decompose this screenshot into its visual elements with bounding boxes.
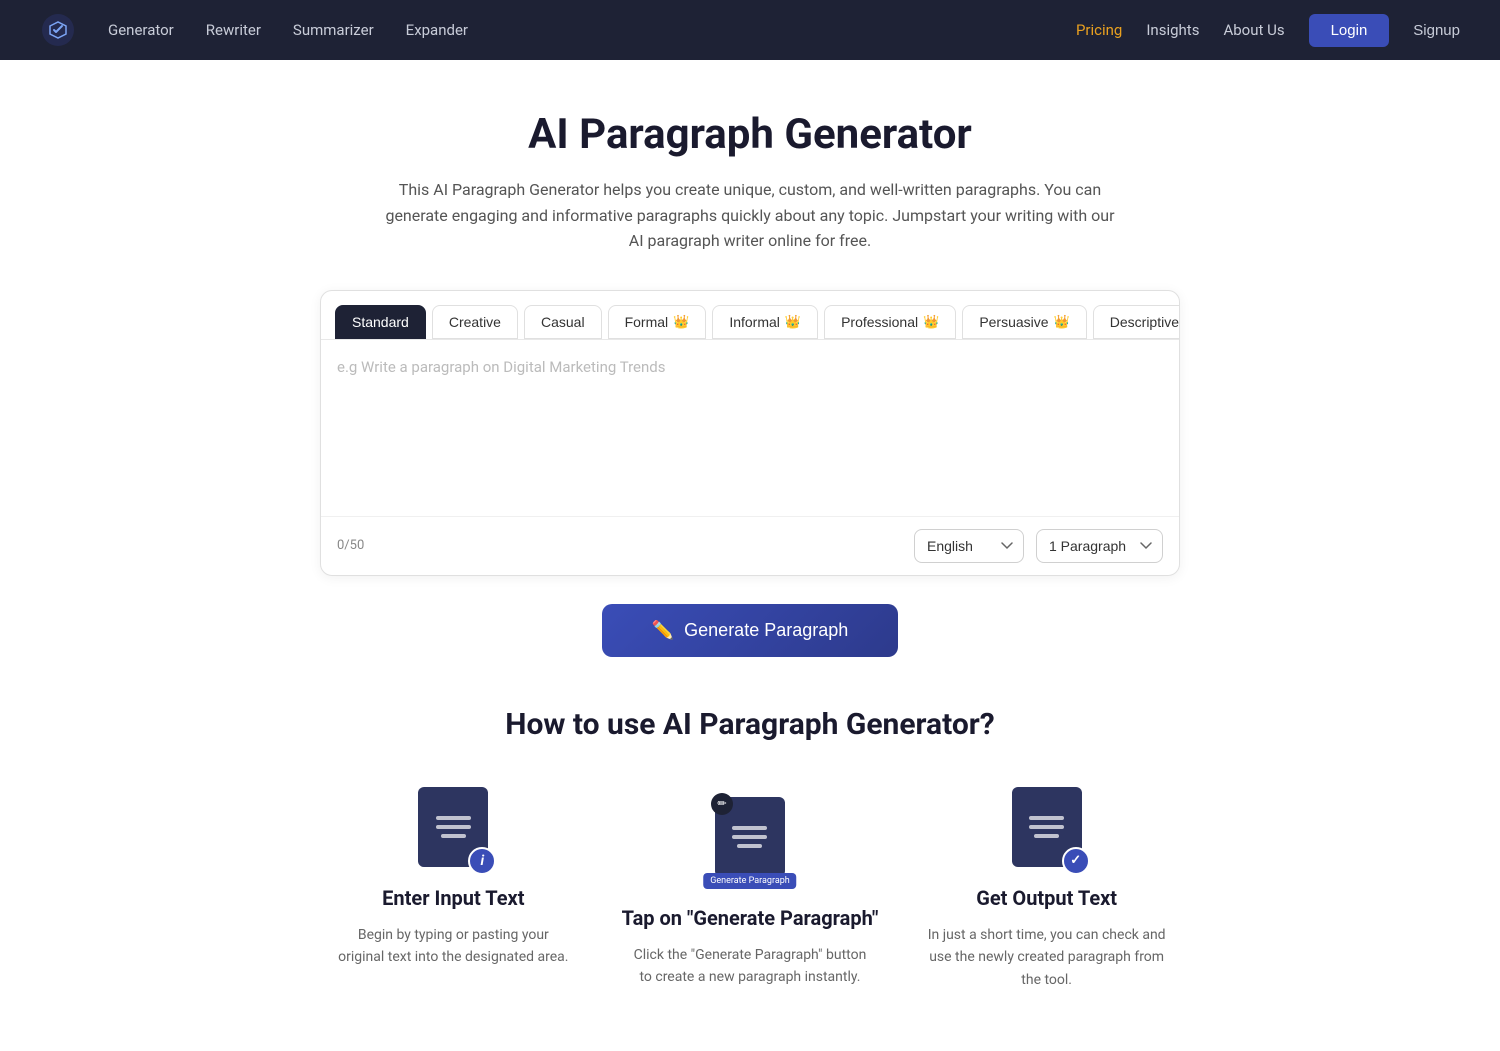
nav-about-us[interactable]: About Us xyxy=(1223,21,1284,39)
generate-button[interactable]: ✏️ Generate Paragraph xyxy=(602,604,899,657)
tab-standard[interactable]: Standard xyxy=(335,305,426,339)
doc-line xyxy=(436,825,471,829)
tab-formal[interactable]: Formal👑 xyxy=(608,305,707,339)
generate-label: Generate Paragraph xyxy=(684,620,848,641)
textarea-wrap xyxy=(321,340,1179,516)
nav-pricing[interactable]: Pricing xyxy=(1076,21,1122,39)
topic-input[interactable] xyxy=(337,356,1163,496)
tab-professional[interactable]: Professional👑 xyxy=(824,305,956,339)
crown-icon-informal: 👑 xyxy=(785,314,801,330)
step-3: ✓ Get Output Text In just a short time, … xyxy=(913,782,1180,991)
doc-icon-3: ✓ xyxy=(1012,787,1082,867)
step-1-title: Enter Input Text xyxy=(382,886,524,910)
tab-informal[interactable]: Informal👑 xyxy=(712,305,818,339)
doc-line xyxy=(732,826,767,830)
nav-rewriter[interactable]: Rewriter xyxy=(206,21,261,39)
nav-expander[interactable]: Expander xyxy=(406,21,468,39)
nav-insights[interactable]: Insights xyxy=(1146,21,1199,39)
crown-icon-professional: 👑 xyxy=(923,314,939,330)
tab-descriptive[interactable]: Descriptive👑 xyxy=(1093,305,1179,339)
tone-tabs: Standard Creative Casual Formal👑 Informa… xyxy=(321,291,1179,340)
generate-btn-wrap: ✏️ Generate Paragraph xyxy=(320,604,1180,657)
step-2-desc: Click the "Generate Paragraph" button to… xyxy=(630,944,870,989)
pencil-dot: ✏ xyxy=(711,793,733,815)
doc-line xyxy=(1034,834,1059,838)
step-2-title: Tap on "Generate Paragraph" xyxy=(622,906,879,930)
doc-line xyxy=(436,816,471,820)
step-3-desc: In just a short time, you can check and … xyxy=(927,924,1167,991)
step-1: i Enter Input Text Begin by typing or pa… xyxy=(320,782,587,991)
nav-generator[interactable]: Generator xyxy=(108,21,174,39)
step-1-desc: Begin by typing or pasting your original… xyxy=(333,924,573,969)
language-select[interactable]: English Spanish French German xyxy=(914,529,1024,563)
doc-line xyxy=(1029,825,1064,829)
tab-persuasive[interactable]: Persuasive👑 xyxy=(962,305,1086,339)
how-to-title: How to use AI Paragraph Generator? xyxy=(320,707,1180,742)
generator-box: Standard Creative Casual Formal👑 Informa… xyxy=(320,290,1180,576)
nav-right: Pricing Insights About Us Login Signup xyxy=(1076,14,1460,47)
step-3-icon: ✓ xyxy=(992,782,1102,872)
logo[interactable] xyxy=(40,12,76,48)
step-1-badge: i xyxy=(468,847,496,875)
char-count: 0/50 xyxy=(337,538,364,553)
crown-icon-formal: 👑 xyxy=(673,314,689,330)
step-3-title: Get Output Text xyxy=(976,886,1117,910)
doc-line xyxy=(732,835,767,839)
doc-line xyxy=(737,844,762,848)
doc-icon-1: i xyxy=(418,787,488,867)
tab-creative[interactable]: Creative xyxy=(432,305,518,339)
nav-summarizer[interactable]: Summarizer xyxy=(293,21,374,39)
tab-casual[interactable]: Casual xyxy=(524,305,602,339)
nav-links-left: Generator Rewriter Summarizer Expander xyxy=(108,21,468,39)
gen-btn-mini: Generate Paragraph xyxy=(703,873,797,889)
navbar: Generator Rewriter Summarizer Expander P… xyxy=(0,0,1500,60)
step-2: ✏ Generate Paragraph Tap on "Generate Pa… xyxy=(617,782,884,991)
paragraph-count-select[interactable]: 1 Paragraph 2 Paragraphs 3 Paragraphs xyxy=(1036,529,1163,563)
step-1-icon: i xyxy=(398,782,508,872)
crown-icon-persuasive: 👑 xyxy=(1054,314,1070,330)
generator-footer: 0/50 English Spanish French German 1 Par… xyxy=(321,516,1179,575)
signup-button[interactable]: Signup xyxy=(1413,22,1460,39)
steps-grid: i Enter Input Text Begin by typing or pa… xyxy=(320,782,1180,991)
doc-icon-2: ✏ Generate Paragraph xyxy=(715,797,785,877)
doc-line xyxy=(441,834,466,838)
doc-line xyxy=(1029,816,1064,820)
step-2-icon: ✏ Generate Paragraph xyxy=(695,782,805,892)
generate-icon: ✏️ xyxy=(652,620,674,641)
page-title: AI Paragraph Generator xyxy=(320,110,1180,159)
footer-selects: English Spanish French German 1 Paragrap… xyxy=(914,529,1163,563)
page-subtitle: This AI Paragraph Generator helps you cr… xyxy=(380,177,1120,254)
step-3-badge: ✓ xyxy=(1062,847,1090,875)
main-content: AI Paragraph Generator This AI Paragraph… xyxy=(300,60,1200,1051)
nav-links-right: Pricing Insights About Us xyxy=(1076,21,1285,39)
login-button[interactable]: Login xyxy=(1309,14,1390,47)
